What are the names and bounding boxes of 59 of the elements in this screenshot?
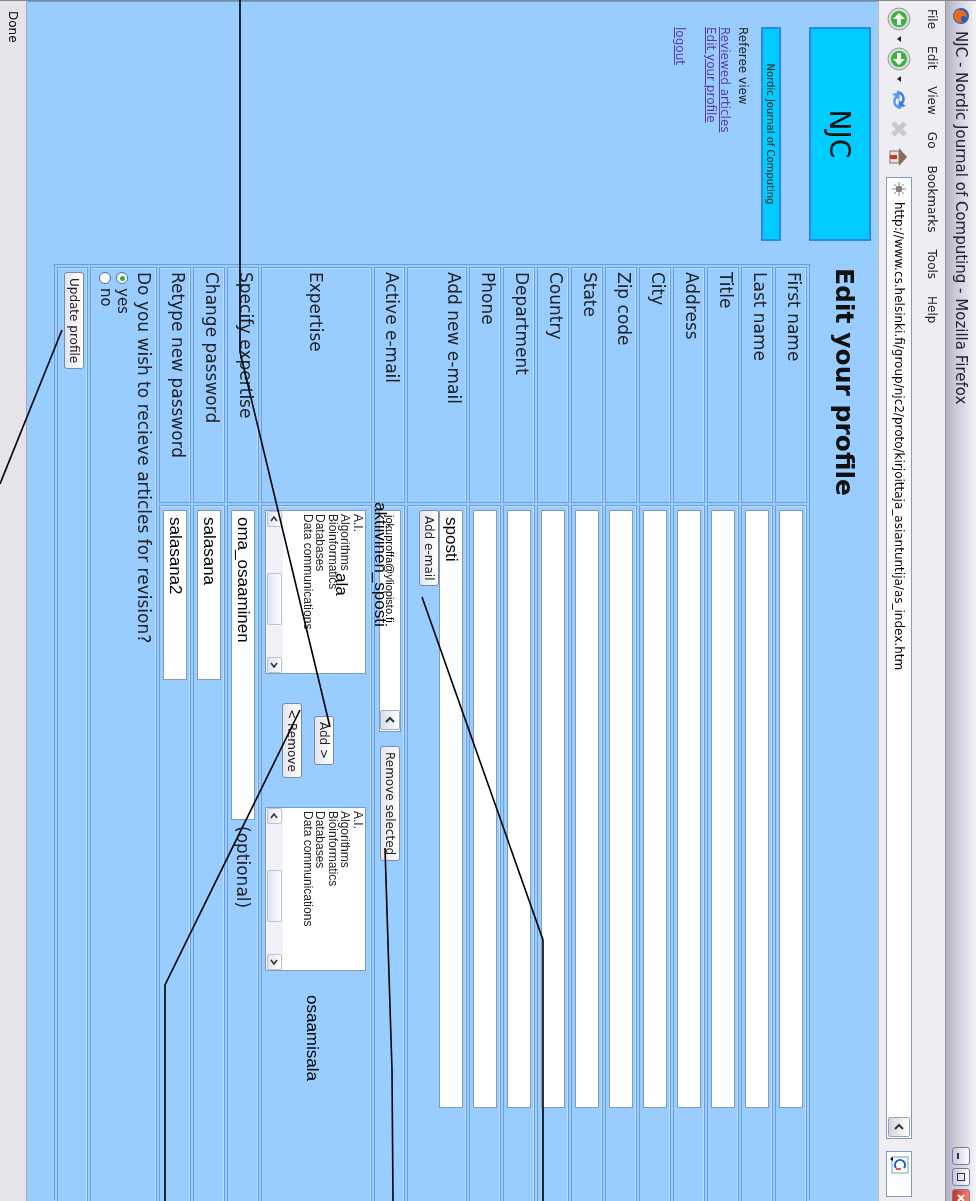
list-option[interactable]: Data communications (301, 514, 314, 630)
question-text: Do you wish to recieve articles for revision? (133, 272, 154, 644)
list-box[interactable]: A.I. Algorithms Bioinformatics Databases Data communications ala (265, 510, 366, 674)
list-option[interactable]: A.I. (351, 514, 364, 532)
input-field[interactable]: oma_osaaminen (231, 510, 255, 820)
menu-item[interactable]: Edit (925, 46, 939, 70)
field-label: Department (511, 271, 533, 377)
field-label: Expertise (305, 271, 328, 354)
menu-item[interactable]: Bookmarks (925, 165, 939, 233)
list-option[interactable]: Algorithms (339, 811, 352, 868)
remove-button[interactable]: < Remove (282, 703, 302, 778)
field-label: Zip code (613, 271, 635, 348)
option-label: yes (114, 288, 131, 314)
field-label: Address (681, 271, 703, 342)
add-email-button[interactable]: Add e-mail (419, 510, 439, 587)
annotation-label: osaamisala (302, 995, 322, 1081)
field-label: Retype new password (167, 271, 189, 461)
section-title: Referee view (736, 27, 750, 107)
field-label: City (647, 271, 669, 308)
nav-link[interactable]: logout (673, 27, 687, 65)
window-title: NJC - Nordic Journal of Computing - Mozilla Firefox (952, 31, 970, 405)
input-field[interactable]: salasana2 (163, 510, 187, 680)
journal-button[interactable]: Nordic Journal of Computing (761, 27, 781, 241)
url-text: http://www.cs.helsinki.fi/group/njc2/proto/kirjoittaja_asiantuntija/as_index.htm (892, 202, 906, 673)
input-field[interactable]: salasana (197, 510, 221, 680)
list-option[interactable]: A.I. (351, 811, 364, 829)
page-heading: Edit your profile (829, 268, 859, 498)
menu-item[interactable]: View (925, 86, 939, 115)
option-label: no (97, 288, 114, 307)
menu-item[interactable]: File (925, 9, 939, 30)
field-label: Active e-mail (381, 271, 403, 385)
nav-link[interactable]: Edit your profile (704, 27, 718, 123)
field-label: Title (715, 271, 737, 311)
field-label: Change password (201, 271, 223, 426)
logo[interactable]: NJC (809, 27, 871, 241)
list-box[interactable]: A.I. Algorithms Bioinformatics Databases Data communications (265, 807, 366, 971)
remove-selected-button[interactable]: Remove selected (380, 746, 400, 862)
input-field[interactable]: sposti (439, 510, 463, 1108)
status-text: Done (6, 11, 20, 43)
field-label: Specify expertise (235, 271, 257, 421)
field-label: First name (783, 271, 805, 364)
list-option[interactable]: Databases (314, 811, 327, 869)
field-label: Country (545, 271, 567, 342)
update-profile-button[interactable]: Update profile (64, 272, 84, 370)
field-label: Last name (749, 271, 771, 364)
field-label: Add new e-mail (443, 271, 465, 406)
field-label: Phone (477, 271, 499, 327)
list-option[interactable]: Data communications (301, 811, 314, 927)
menu-item[interactable]: Tools (925, 249, 939, 280)
add-button[interactable]: Add > (314, 715, 334, 766)
field-label: State (579, 271, 601, 319)
list-option[interactable]: Bioinformatics (326, 811, 339, 887)
hint-text: (optional) (233, 826, 253, 909)
address-bar[interactable]: http://www.cs.helsinki.fi/group/njc2/proto/kirjoittaja_asiantuntija/as_index.htm (886, 177, 912, 1139)
list-option[interactable]: Algorithms (339, 514, 352, 571)
list-option[interactable]: Databases (314, 514, 327, 572)
menu-item[interactable]: Go (925, 131, 939, 149)
nav-link[interactable]: Reviewed articles (718, 27, 732, 133)
menu-item[interactable]: Help (925, 296, 939, 324)
